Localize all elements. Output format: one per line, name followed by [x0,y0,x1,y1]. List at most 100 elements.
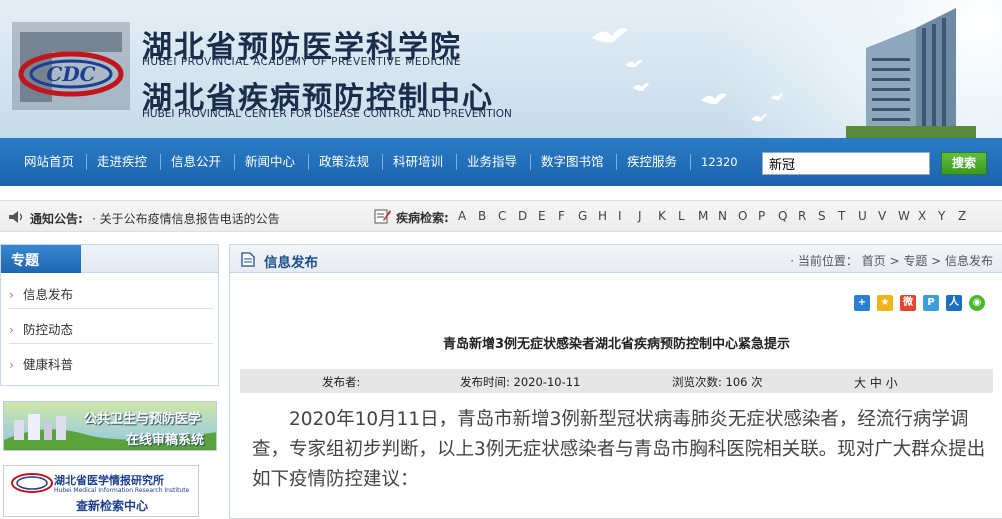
retrieval-center-label: 查新检索中心 [76,499,149,513]
breadcrumb[interactable]: · 当前位置： 首页 > 专题 > 信息发布 [790,252,993,269]
letter-link-r[interactable]: R [798,209,806,223]
notice-bar: 通知公告: · 关于公布疫情信息报告电话的公告 疾病检索: ABCDEFGHI J… [0,200,1002,232]
publisher-label: 发布者: [322,375,361,389]
letter-link-h[interactable]: H [598,209,607,223]
wechat-icon[interactable]: ◉ [969,295,985,311]
letter-link-c[interactable]: C [498,209,506,223]
publish-time: 发布时间: 2020-10-11 [460,375,581,389]
nav-divider [616,154,617,170]
article-meta: 发布者: 发布时间: 2020-10-11 浏览次数: 106 次 大 中 小 [240,369,993,393]
tencent-weibo-icon[interactable]: P [923,295,939,311]
nav-item-library[interactable]: 数字图书馆 [541,154,604,170]
nav-divider [382,154,383,170]
letter-link-g[interactable]: G [578,209,587,223]
cdc-logo[interactable]: CDC [12,22,130,110]
nav-divider [160,154,161,170]
search-button[interactable]: 搜索 [941,152,987,175]
dove-icon [633,83,649,91]
letter-link-m[interactable]: M [698,209,708,223]
nav-divider [456,154,457,170]
sidebar-item-label: 信息发布 [23,287,74,302]
article-body: 2020年10月11日，青岛市新增3例新型冠状病毒肺炎无症状感染者，经流行病学调… [252,409,986,490]
academy-title-en: HUBEI PROVINCIAL ACADEMY OF PREVENTIVE M… [142,56,462,68]
dove-icon [771,93,783,100]
dove-icon [592,28,628,43]
sidebar-header: 专题 [1,245,218,273]
letter-link-o[interactable]: O [738,209,747,223]
nav-item-about[interactable]: 走进疾控 [97,154,147,170]
nav-divider [86,154,87,170]
chevron-right-icon: › [9,322,14,337]
nav-divider [690,154,691,170]
banner-subtitle: 在线审稿系统 [126,433,205,448]
notice-link[interactable]: · 关于公布疫情信息报告电话的公告 [92,210,280,227]
font-size-toggle[interactable]: 大 中 小 [854,374,898,391]
letter-link-e[interactable]: E [538,209,546,223]
letter-link-b[interactable]: B [478,209,486,223]
letter-link-v[interactable]: V [878,209,886,223]
review-system-banner[interactable]: 公共卫生与预防医学 在线审稿系统 [3,401,217,451]
sidebar-title: 专题 [1,245,81,273]
main-content: 信息发布 · 当前位置： 首页 > 专题 > 信息发布 + ★ 微 P 人 ◉ … [229,244,1002,519]
view-count: 浏览次数: 106 次 [672,375,763,389]
nav-item-research[interactable]: 科研培训 [393,154,443,170]
institute-name-en: Hubei Medical Information Research Insti… [54,487,190,494]
letter-link-j[interactable]: J [638,209,642,223]
notice-label: 通知公告: [30,212,83,226]
letter-link-i[interactable]: I [618,209,622,223]
nav-item-policy[interactable]: 政策法规 [319,154,369,170]
dove-icon [751,114,767,122]
letter-link-t[interactable]: T [838,209,845,223]
letter-link-d[interactable]: D [518,209,527,223]
nav-item-news[interactable]: 新闻中心 [245,154,295,170]
letter-link-n[interactable]: N [718,209,727,223]
chevron-right-icon: › [9,357,14,372]
letter-link-s[interactable]: S [818,209,826,223]
article-title: 青岛新增3例无症状感染者湖北省疾病预防控制中心紧急提示 [442,337,791,352]
nav-divider [234,154,235,170]
weibo-icon[interactable]: 微 [900,295,916,311]
letter-link-a[interactable]: A [458,209,466,223]
sidebar-item-health[interactable]: › 健康科普 [9,345,213,379]
letter-link-x[interactable]: X [918,209,926,223]
sidebar-item-prevention[interactable]: › 防控动态 [9,310,213,344]
nav-item-guidance[interactable]: 业务指导 [467,154,517,170]
letter-link-l[interactable]: L [678,209,685,223]
cdc-title-en: HUBEI PROVINCIAL CENTER FOR DISEASE CONT… [142,108,512,120]
nav-item-home[interactable]: 网站首页 [24,154,74,170]
dove-icon [625,60,643,68]
nav-item-hotline[interactable]: 12320 [701,154,738,170]
nav-divider [308,154,309,170]
cdc-mini-logo [11,473,53,493]
letter-link-f[interactable]: F [558,209,565,223]
search-input[interactable] [762,152,930,175]
nav-item-services[interactable]: 疾控服务 [627,154,677,170]
sidebar-item-label: 健康科普 [23,357,74,372]
edit-icon [374,209,391,224]
header-banner: CDC 湖北省预防医学科学院 HUBEI PROVINCIAL ACADEMY … [0,0,1002,138]
sidebar-item-label: 防控动态 [23,322,74,337]
logo-text: CDC [46,62,95,86]
letter-link-u[interactable]: U [858,209,867,223]
building-illustration [846,8,976,138]
renren-icon[interactable]: 人 [946,295,962,311]
letter-link-q[interactable]: Q [778,209,787,223]
nav-item-disclosure[interactable]: 信息公开 [171,154,221,170]
main-header: 信息发布 · 当前位置： 首页 > 专题 > 信息发布 [230,245,1002,273]
retrieval-center-banner[interactable]: 湖北省医学情报研究所 Hubei Medical Information Res… [3,465,199,517]
speaker-icon [9,211,23,223]
sidebar-topics: 专题 › 信息发布 › 防控动态 › 健康科普 [0,244,219,386]
section-title: 信息发布 [264,255,318,271]
letter-link-p[interactable]: P [758,209,765,223]
qzone-icon[interactable]: ★ [877,295,893,311]
letter-link-k[interactable]: K [658,209,666,223]
sidebar-item-info[interactable]: › 信息发布 [9,275,213,309]
disease-search-label: 疾病检索: [396,211,449,225]
letter-link-y[interactable]: Y [938,209,945,223]
plus-share-icon[interactable]: + [854,295,870,311]
chevron-right-icon: › [9,287,14,302]
nav-divider [530,154,531,170]
dove-icon [701,93,727,105]
letter-link-z[interactable]: Z [958,209,966,223]
letter-link-w[interactable]: W [898,209,910,223]
